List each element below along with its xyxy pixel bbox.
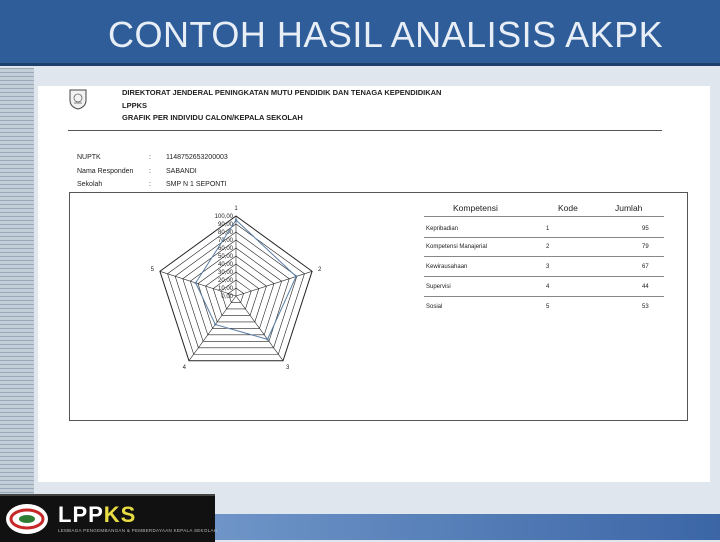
table-cell-kode: 1 [546, 226, 550, 232]
radar-tick-label: 0,00 [221, 294, 233, 300]
radar-data-point [234, 218, 238, 222]
table-header-jumlah: Jumlah [615, 203, 643, 213]
table-divider [424, 296, 664, 297]
lppks-logo: LPPKS LEMBAGA PENGEMBANGAN & PEMBERDAYAA… [0, 494, 218, 542]
lppks-emblem-icon [6, 504, 48, 534]
radar-category-label: 2 [318, 267, 322, 273]
report-header-chart-title: GRAFIK PER INDIVIDU CALON/KEPALA SEKOLAH [122, 113, 303, 122]
radar-tick-label: 30,00 [218, 270, 234, 276]
radar-tick-label: 40,00 [218, 262, 234, 268]
field-value-nuptk: 1148752653200003 [166, 154, 228, 161]
field-value-sekolah: SMP N 1 SEPONTI [166, 181, 227, 188]
table-cell-kode: 2 [546, 244, 550, 250]
radar-category-label: 3 [286, 365, 290, 371]
table-cell-kode: 3 [546, 264, 550, 270]
emblem-swoosh-icon [9, 508, 45, 530]
slide-title-bar: CONTOH HASIL ANALISIS AKPK [0, 0, 720, 66]
left-decorative-strip [0, 68, 34, 540]
radar-tick-label: 10,00 [218, 286, 234, 292]
radar-category-label: 5 [151, 267, 155, 273]
field-value-nama-responden: SABANDI [166, 168, 197, 175]
table-divider [424, 256, 664, 257]
table-cell-jumlah: 67 [642, 264, 649, 270]
radar-tick-label: 60,00 [218, 246, 234, 252]
header-divider [68, 130, 662, 131]
radar-data-point [194, 281, 197, 285]
radar-tick-label: 20,00 [218, 278, 234, 284]
field-colon: : [149, 168, 151, 175]
radar-tick-label: 70,00 [218, 238, 234, 244]
radar-tick-label: 50,00 [218, 254, 234, 260]
field-colon: : [149, 181, 151, 188]
ministry-seal-icon [69, 89, 87, 110]
slide-title: CONTOH HASIL ANALISIS AKPK [108, 14, 664, 55]
lppks-logo-text: LPPKS [58, 502, 136, 528]
radar-data-point [266, 338, 269, 341]
radar-category-label: 4 [183, 365, 187, 371]
table-cell-kompetensi: Supervisi [426, 284, 451, 290]
radar-data-point [294, 275, 298, 278]
footer-bar [215, 514, 720, 540]
table-divider [424, 216, 664, 217]
radar-tick-label: 100,00 [215, 214, 234, 220]
table-cell-jumlah: 44 [642, 284, 649, 290]
table-cell-jumlah: 53 [642, 304, 649, 310]
radar-chart: 100,0090,0080,0070,0060,0050,0040,0030,0… [151, 206, 322, 371]
radar-category-label: 1 [234, 206, 238, 212]
table-cell-kode: 4 [546, 284, 550, 290]
report-header-directorate: DIREKTORAT JENDERAL PENINGKATAN MUTU PEN… [122, 88, 442, 97]
table-cell-kompetensi: Kewirausahaan [426, 264, 468, 270]
table-cell-kompetensi: Kepribadian [426, 226, 459, 232]
radar-data-point [214, 323, 217, 326]
report-document: DIREKTORAT JENDERAL PENINGKATAN MUTU PEN… [38, 86, 710, 482]
table-header-kompetensi: Kompetensi [453, 203, 498, 213]
logo-text-part2: KS [103, 502, 137, 527]
report-header-institution: LPPKS [122, 101, 148, 110]
radar-spoke [235, 270, 313, 297]
table-cell-kompetensi: Sosial [426, 304, 443, 310]
field-label-sekolah: Sekolah [77, 181, 103, 188]
table-cell-kode: 5 [546, 304, 550, 310]
logo-text-part1: LPP [58, 502, 104, 527]
table-divider [424, 276, 664, 277]
field-label-nama-responden: Nama Responden [77, 168, 134, 175]
table-cell-jumlah: 79 [642, 244, 649, 250]
table-cell-jumlah: 95 [642, 226, 649, 232]
radar-series-line [195, 219, 297, 340]
field-label-nuptk: NUPTK [77, 154, 101, 161]
table-header-kode: Kode [558, 203, 578, 213]
table-cell-kompetensi: Kompetensi Manajerial [426, 244, 488, 250]
table-divider [424, 237, 664, 238]
field-colon: : [149, 154, 151, 161]
lppks-logo-subtitle: LEMBAGA PENGEMBANGAN & PEMBERDAYAAN KEPA… [58, 528, 218, 533]
